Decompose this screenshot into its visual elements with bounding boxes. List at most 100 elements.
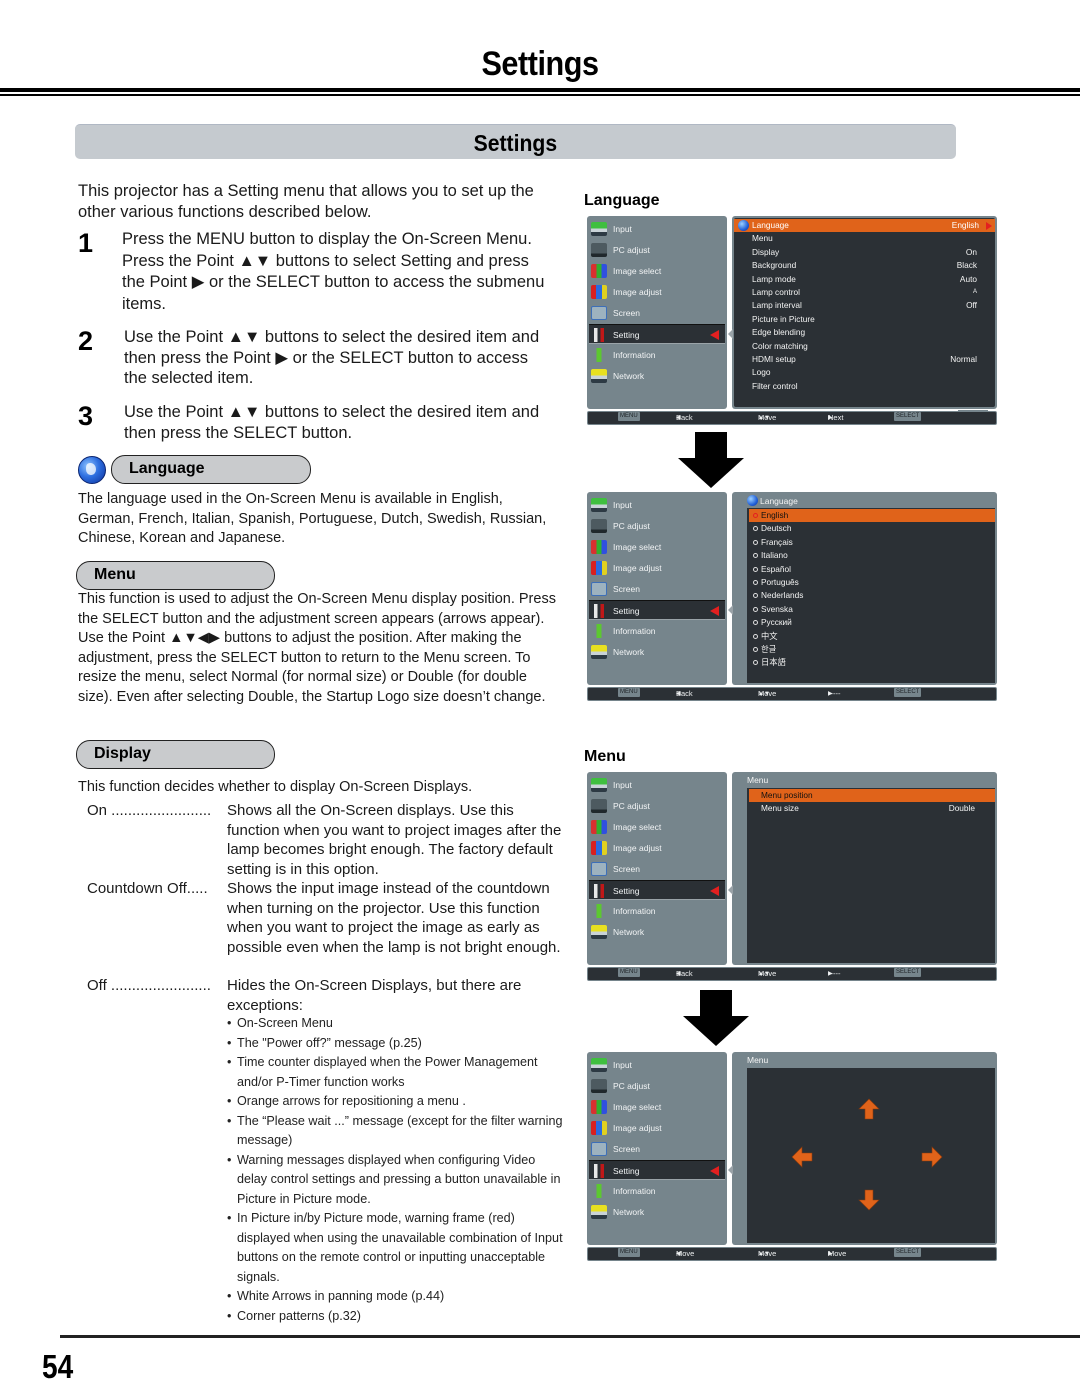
osd-nav-label: Image adjust — [613, 1123, 662, 1133]
osd-content-panel: Menu Menu position Menu size Double — [732, 772, 997, 965]
osd-nav-item-network[interactable]: Network — [589, 366, 725, 386]
osd-setting-row[interactable]: Display On — [752, 246, 989, 259]
panel-pointer-icon — [728, 605, 733, 615]
osd-key-label: ▲▼ — [758, 971, 770, 977]
language-option[interactable]: 한글 — [749, 643, 995, 656]
osd-setting-row[interactable]: Lamp control A — [752, 286, 989, 299]
osd-key-label: ▲▼ — [758, 1251, 770, 1257]
osd-nav-item-input[interactable]: Input — [589, 775, 725, 795]
language-option[interactable]: Español — [749, 563, 995, 576]
osd-nav-item-information[interactable]: Information — [589, 345, 725, 365]
language-option[interactable]: 日本語 — [749, 656, 995, 669]
language-option[interactable]: Italiano — [749, 549, 995, 562]
osd-setting-row[interactable]: Edge blending — [752, 326, 989, 339]
osd-submenu-title-text: Language — [760, 496, 798, 506]
osd-footer-hint: ▲▼ Move — [758, 1248, 776, 1260]
globe-icon — [78, 456, 106, 484]
osd-row-label: Menu position — [761, 790, 813, 800]
language-option[interactable]: English — [749, 509, 995, 523]
osd-key-label: MENU — [618, 1248, 640, 1257]
language-option[interactable]: Français — [749, 536, 995, 549]
globe-icon — [738, 220, 749, 231]
osd-nav-item-network[interactable]: Network — [589, 642, 725, 662]
setting-icon — [591, 328, 607, 342]
osd-row-label: Picture in Picture — [752, 313, 815, 324]
arrow-down-icon[interactable] — [858, 1189, 880, 1211]
osd-nav-label: Setting — [613, 886, 640, 896]
osd-nav-item-image-select[interactable]: Image select — [589, 1097, 725, 1117]
osd-key-label: ◀ — [676, 971, 681, 977]
language-option[interactable]: 中文 — [749, 630, 995, 643]
osd-nav-item-image-adjust[interactable]: Image adjust — [589, 558, 725, 578]
osd-nav-item-setting[interactable]: Setting — [589, 324, 725, 344]
osd-nav-item-screen[interactable]: Screen — [589, 303, 725, 323]
osd-nav-item-image-select[interactable]: Image select — [589, 261, 725, 281]
osd-nav-item-input[interactable]: Input — [589, 219, 725, 239]
osd-menu-row[interactable]: Menu size Double — [749, 802, 995, 815]
language-option-label: Deutsch — [761, 523, 792, 534]
osd-key-label: ▶ — [828, 1251, 833, 1257]
image-adjust-icon — [591, 841, 607, 855]
osd-nav-item-screen[interactable]: Screen — [589, 859, 725, 879]
osd-nav-item-image-adjust[interactable]: Image adjust — [589, 282, 725, 302]
osd-setting-row[interactable]: Logo — [752, 366, 989, 379]
osd-nav-item-pc-adjust[interactable]: PC adjust — [589, 796, 725, 816]
osd-nav-item-pc-adjust[interactable]: PC adjust — [589, 240, 725, 260]
image-select-icon — [591, 820, 607, 834]
arrow-up-icon[interactable] — [858, 1098, 880, 1120]
osd-footer-hint: SELECTSelect — [894, 688, 922, 700]
osd-setting-row[interactable]: Language English — [734, 219, 995, 233]
osd-key-label: SELECT — [894, 412, 922, 421]
osd-nav-item-image-select[interactable]: Image select — [589, 817, 725, 837]
arrow-right-icon[interactable] — [921, 1146, 943, 1168]
exception-item: Corner patterns (p.32) — [227, 1307, 567, 1327]
osd-setting-row[interactable]: Lamp mode Auto — [752, 273, 989, 286]
osd-setting-row[interactable]: Lamp interval Off — [752, 299, 989, 312]
information-icon — [591, 904, 607, 918]
arrow-left-icon[interactable] — [791, 1146, 813, 1168]
osd-nav-item-screen[interactable]: Screen — [589, 579, 725, 599]
osd-nav-item-network[interactable]: Network — [589, 922, 725, 942]
language-option[interactable]: Nederlands — [749, 589, 995, 602]
osd-nav-item-image-select[interactable]: Image select — [589, 537, 725, 557]
osd-setting-row[interactable]: Menu — [752, 232, 989, 245]
exception-item: Orange arrows for repositioning a menu . — [227, 1092, 567, 1112]
exception-item: The "Power off?” message (p.25) — [227, 1034, 567, 1054]
setting-icon — [591, 884, 607, 898]
osd-nav-item-image-adjust[interactable]: Image adjust — [589, 838, 725, 858]
osd-nav-item-information[interactable]: Information — [589, 621, 725, 641]
osd-nav-item-setting[interactable]: Setting — [589, 1160, 725, 1180]
osd-nav-label: PC adjust — [613, 245, 650, 255]
osd-nav-item-setting[interactable]: Setting — [589, 880, 725, 900]
osd-footer-hint: ◀ Back — [676, 688, 693, 700]
osd-nav-item-image-adjust[interactable]: Image adjust — [589, 1118, 725, 1138]
osd-nav-item-pc-adjust[interactable]: PC adjust — [589, 1076, 725, 1096]
radio-icon — [753, 526, 758, 532]
osd-nav-item-screen[interactable]: Screen — [589, 1139, 725, 1159]
osd-setting-row[interactable]: Filter control — [752, 380, 989, 393]
image-adjust-icon — [591, 1121, 607, 1135]
osd-menu-row[interactable]: Menu position — [749, 789, 995, 803]
language-option[interactable]: Português — [749, 576, 995, 589]
language-option[interactable]: Deutsch — [749, 522, 995, 535]
osd-menu-heading: Menu — [584, 748, 626, 765]
osd-nav-item-network[interactable]: Network — [589, 1202, 725, 1222]
osd-footer: MENUExit ◀Back ▲▼Move ▶----- SELECTNext — [587, 967, 997, 981]
osd-nav-item-setting[interactable]: Setting — [589, 600, 725, 620]
osd-setting-row[interactable]: Picture in Picture — [752, 313, 989, 326]
screen-icon — [591, 582, 607, 596]
osd-nav-item-input[interactable]: Input — [589, 1055, 725, 1075]
osd-footer-hint: SELECTSet — [894, 1248, 922, 1260]
osd-nav-item-information[interactable]: Information — [589, 1181, 725, 1201]
osd-nav-item-pc-adjust[interactable]: PC adjust — [589, 516, 725, 536]
network-icon — [591, 645, 607, 659]
osd-nav-item-information[interactable]: Information — [589, 901, 725, 921]
osd-setting-row[interactable]: Background Black — [752, 259, 989, 272]
osd-nav-item-input[interactable]: Input — [589, 495, 725, 515]
osd-setting-row[interactable]: Color matching — [752, 340, 989, 353]
language-option[interactable]: Русский — [749, 616, 995, 629]
osd-setting-row[interactable]: HDMI setup Normal — [752, 353, 989, 366]
panel-pointer-icon — [728, 329, 733, 339]
osd-row-value: Auto — [959, 273, 977, 284]
language-option[interactable]: Svenska — [749, 603, 995, 616]
